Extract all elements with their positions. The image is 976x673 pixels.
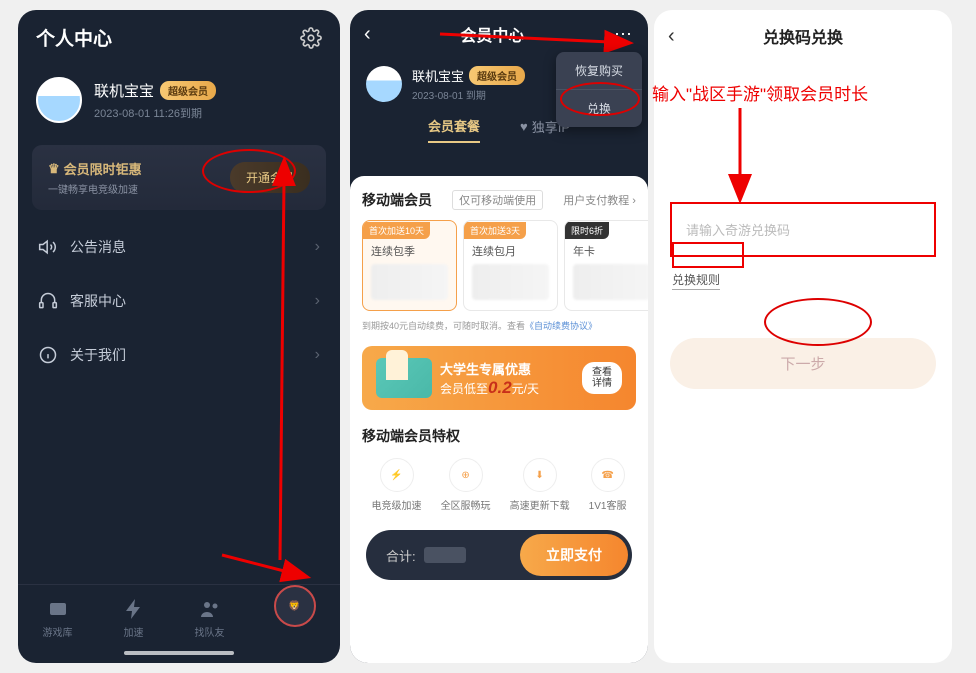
back-button[interactable]: ‹ bbox=[364, 23, 371, 46]
chevron-right-icon: › bbox=[315, 238, 320, 256]
tab-profile[interactable]: 🦁 bbox=[274, 597, 316, 639]
page-title: 兑换码兑换 bbox=[763, 24, 843, 48]
section-note: 仅可移动端使用 bbox=[452, 190, 543, 210]
bolt-icon: ⚡ bbox=[380, 458, 414, 492]
speaker-icon bbox=[38, 237, 58, 257]
payment-guide-link[interactable]: 用户支付教程 › bbox=[563, 192, 636, 208]
headset-icon bbox=[38, 291, 58, 311]
tab-bar: 游戏库 加速 找队友 🦁 bbox=[18, 584, 340, 645]
tab-team[interactable]: 找队友 bbox=[195, 597, 225, 639]
avatar bbox=[36, 77, 82, 123]
pay-button[interactable]: 立即支付 bbox=[520, 534, 628, 576]
avatar bbox=[366, 66, 402, 102]
auto-renew-note: 到期按40元自动续费，可随时取消。查看《自动续费协议》 bbox=[362, 319, 636, 332]
menu-announcements[interactable]: 公告消息 › bbox=[18, 220, 340, 274]
personal-center-screen: 个人中心 联机宝宝 超级会员 2023-08-01 11:26到期 ♛会员限时钜… bbox=[18, 10, 340, 663]
plan-yearly[interactable]: 限时6折年卡 bbox=[564, 220, 648, 311]
menu-about[interactable]: 关于我们 › bbox=[18, 328, 340, 382]
plan-quarterly[interactable]: 首次加送10天连续包季 bbox=[362, 220, 457, 311]
expiry-date: 2023-08-01 11:26到期 bbox=[94, 105, 216, 121]
plan-monthly[interactable]: 首次加送3天连续包月 bbox=[463, 220, 558, 311]
promo-card: ♛会员限时钜惠 一键畅享电竞级加速 开通会员 bbox=[32, 145, 326, 210]
support-icon: ☎ bbox=[591, 458, 625, 492]
user-row[interactable]: 联机宝宝 超级会员 2023-08-01 11:26到期 bbox=[18, 65, 340, 135]
annotation-rect bbox=[672, 242, 744, 268]
menu-support[interactable]: 客服中心 › bbox=[18, 274, 340, 328]
section-title: 移动端会员 bbox=[362, 190, 432, 210]
gear-icon[interactable] bbox=[300, 27, 322, 49]
globe-icon: ⊕ bbox=[449, 458, 483, 492]
promo-subtitle: 一键畅享电竞级加速 bbox=[48, 181, 142, 196]
lion-icon: 🦁 bbox=[274, 585, 316, 627]
chevron-right-icon: › bbox=[315, 292, 320, 310]
crown-icon: ♛ bbox=[48, 161, 60, 177]
plans-card: 移动端会员 仅可移动端使用 用户支付教程 › 首次加送10天连续包季 首次加送3… bbox=[350, 176, 648, 663]
info-icon bbox=[38, 345, 58, 365]
dropdown-restore[interactable]: 恢复购买 bbox=[556, 52, 642, 90]
next-button[interactable]: 下一步 bbox=[670, 338, 936, 389]
expiry-date: 2023-08-01 到期 bbox=[412, 87, 525, 102]
user-name: 联机宝宝 bbox=[94, 80, 154, 101]
perks-title: 移动端会员特权 bbox=[362, 426, 636, 446]
perk-item: ☎1V1客服 bbox=[589, 458, 627, 512]
perk-item: ⚡电竞级加速 bbox=[372, 458, 422, 512]
tab-plans[interactable]: 会员套餐 bbox=[428, 116, 480, 143]
tab-boost[interactable]: 加速 bbox=[122, 597, 146, 639]
perk-item: ⬇高速更新下载 bbox=[510, 458, 570, 512]
member-center-screen: ‹ 会员中心 ⋯ 恢复购买 兑换 联机宝宝超级会员 2023-08-01 到期 … bbox=[350, 10, 648, 663]
dropdown-redeem[interactable]: 兑换 bbox=[556, 90, 642, 127]
shield-icon: ♥ bbox=[520, 119, 528, 134]
annotation-text: 输入"战区手游"领取会员时长 bbox=[652, 80, 868, 105]
back-button[interactable]: ‹ bbox=[668, 25, 675, 48]
student-banner[interactable]: 大学生专属优惠 会员低至0.2元/天 查看 详情 bbox=[362, 346, 636, 410]
redeem-code-screen: ‹ 兑换码兑换 请输入奇游兑换码 兑换规则 下一步 bbox=[654, 10, 952, 663]
home-indicator bbox=[124, 651, 234, 655]
redeem-rules-link[interactable]: 兑换规则 bbox=[672, 271, 720, 290]
student-illustration bbox=[376, 358, 432, 398]
perk-item: ⊕全区服畅玩 bbox=[441, 458, 491, 512]
download-icon: ⬇ bbox=[523, 458, 557, 492]
renew-agreement-link[interactable]: 《自动续费协议》 bbox=[525, 321, 597, 331]
vip-badge: 超级会员 bbox=[160, 81, 216, 100]
pay-bar: 合计: 立即支付 bbox=[366, 530, 632, 580]
student-details-button[interactable]: 查看 详情 bbox=[582, 362, 622, 394]
vip-badge: 超级会员 bbox=[469, 66, 525, 85]
more-dropdown: 恢复购买 兑换 bbox=[556, 52, 642, 127]
more-button[interactable]: ⋯ bbox=[614, 24, 634, 45]
open-membership-button[interactable]: 开通会员 bbox=[230, 162, 310, 193]
page-title: 个人中心 bbox=[36, 24, 112, 51]
page-title: 会员中心 bbox=[460, 22, 524, 46]
chevron-right-icon: › bbox=[315, 346, 320, 364]
tab-games[interactable]: 游戏库 bbox=[43, 597, 73, 639]
